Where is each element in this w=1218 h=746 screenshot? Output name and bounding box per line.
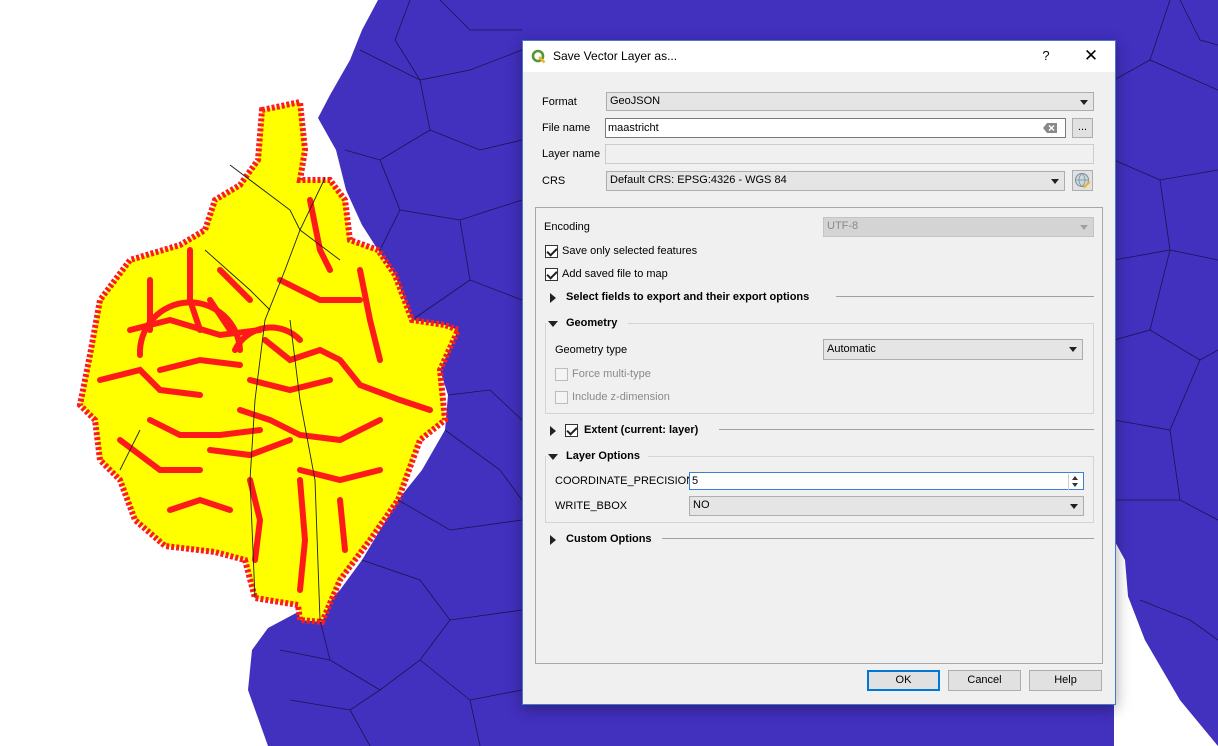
include-z-label: Include z-dimension bbox=[572, 391, 670, 403]
arrow-down-icon[interactable] bbox=[1072, 483, 1078, 487]
write-bbox-value: NO bbox=[693, 499, 710, 511]
encoding-label: Encoding bbox=[544, 221, 590, 233]
expand-arrow-icon[interactable] bbox=[550, 293, 556, 303]
filename-label: File name bbox=[542, 122, 591, 134]
group-divider bbox=[836, 296, 1094, 297]
filename-value: maastricht bbox=[608, 122, 659, 134]
save-selected-checkbox[interactable] bbox=[545, 245, 558, 258]
format-select[interactable]: GeoJSON bbox=[606, 92, 1094, 111]
custom-options-group-title[interactable]: Custom Options bbox=[566, 533, 652, 545]
select-fields-group-title[interactable]: Select fields to export and their export… bbox=[566, 291, 809, 303]
include-z-checkbox[interactable] bbox=[555, 391, 568, 404]
chevron-down-icon bbox=[1080, 225, 1088, 230]
clear-text-icon[interactable] bbox=[1043, 123, 1057, 133]
force-multi-checkbox[interactable] bbox=[555, 368, 568, 381]
group-divider bbox=[719, 429, 1094, 430]
write-bbox-select[interactable]: NO bbox=[689, 496, 1084, 516]
geometry-type-select[interactable]: Automatic bbox=[823, 339, 1083, 360]
geometry-type-value: Automatic bbox=[827, 343, 876, 355]
arrow-up-icon[interactable] bbox=[1072, 476, 1078, 480]
dialog-titlebar[interactable]: Save Vector Layer as... ? ✕ bbox=[523, 41, 1115, 72]
add-to-map-checkbox[interactable] bbox=[545, 268, 558, 281]
select-crs-button[interactable] bbox=[1072, 170, 1093, 191]
coordinate-precision-value: 5 bbox=[692, 475, 699, 487]
format-label: Format bbox=[542, 96, 577, 108]
crs-select[interactable]: Default CRS: EPSG:4326 - WGS 84 bbox=[606, 171, 1065, 191]
close-icon[interactable]: ✕ bbox=[1079, 45, 1103, 67]
encoding-select[interactable]: UTF-8 bbox=[823, 217, 1094, 237]
crs-value: Default CRS: EPSG:4326 - WGS 84 bbox=[610, 174, 787, 186]
qgis-logo-icon bbox=[531, 49, 546, 64]
expand-arrow-icon[interactable] bbox=[550, 426, 556, 436]
help-icon[interactable]: ? bbox=[1035, 46, 1057, 66]
chevron-down-icon bbox=[1070, 504, 1078, 509]
save-vector-layer-dialog: Save Vector Layer as... ? ✕ Format GeoJS… bbox=[522, 40, 1116, 705]
force-multi-label: Force multi-type bbox=[572, 368, 651, 380]
browse-button[interactable]: ... bbox=[1072, 118, 1093, 138]
spinbox-stepper[interactable] bbox=[1068, 474, 1082, 490]
chevron-down-icon bbox=[1069, 347, 1077, 352]
write-bbox-label: WRITE_BBOX bbox=[555, 500, 628, 512]
crs-label: CRS bbox=[542, 175, 566, 187]
options-scroll-area[interactable]: Encoding UTF-8 Save only selected featur… bbox=[535, 207, 1103, 664]
ok-button[interactable]: OK bbox=[867, 670, 940, 691]
cancel-button[interactable]: Cancel bbox=[948, 670, 1021, 691]
chevron-down-icon bbox=[1051, 179, 1059, 184]
format-value: GeoJSON bbox=[610, 95, 661, 107]
add-to-map-label: Add saved file to map bbox=[562, 268, 668, 280]
help-button[interactable]: Help bbox=[1029, 670, 1102, 691]
chevron-down-icon bbox=[1080, 100, 1088, 105]
layername-input[interactable] bbox=[605, 144, 1094, 164]
filename-input[interactable]: maastricht bbox=[605, 118, 1066, 138]
extent-checkbox[interactable] bbox=[565, 424, 578, 437]
expand-arrow-icon[interactable] bbox=[550, 535, 556, 545]
globe-icon bbox=[1075, 173, 1091, 189]
group-divider bbox=[662, 538, 1094, 539]
dialog-title: Save Vector Layer as... bbox=[553, 49, 678, 63]
geometry-type-label: Geometry type bbox=[555, 344, 628, 356]
extent-group-title[interactable]: Extent (current: layer) bbox=[584, 424, 698, 436]
coordinate-precision-label: COORDINATE_PRECISION bbox=[555, 475, 695, 487]
layername-label: Layer name bbox=[542, 148, 601, 160]
save-selected-label: Save only selected features bbox=[562, 245, 698, 257]
encoding-value: UTF-8 bbox=[827, 220, 859, 232]
coordinate-precision-spinbox[interactable]: 5 bbox=[689, 472, 1084, 490]
